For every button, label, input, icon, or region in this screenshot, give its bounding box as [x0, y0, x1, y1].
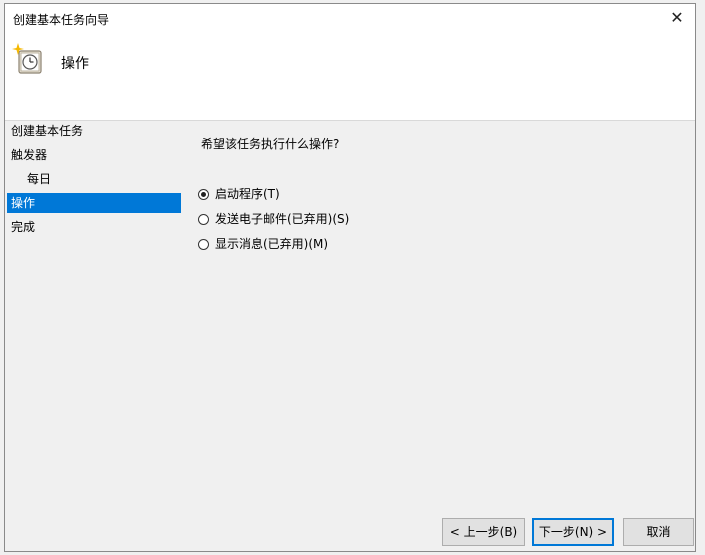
back-button[interactable]: < 上一步(B) — [442, 518, 525, 546]
nav-item-trigger[interactable]: 触发器 — [7, 145, 181, 165]
option-display-message-label: 显示消息(已弃用)(M) — [215, 237, 329, 251]
option-display-message[interactable]: 显示消息(已弃用)(M) — [198, 234, 328, 254]
option-start-program[interactable]: 启动程序(T) — [198, 184, 280, 204]
wizard-header: 操作 — [5, 32, 695, 121]
task-clock-icon — [12, 43, 42, 74]
option-start-program-label: 启动程序(T) — [215, 187, 280, 201]
title-bar: 创建基本任务向导 ✕ — [5, 4, 695, 32]
radio-send-email[interactable] — [198, 213, 209, 225]
option-send-email[interactable]: 发送电子邮件(已弃用)(S) — [198, 209, 349, 229]
cancel-button[interactable]: 取消 — [623, 518, 694, 546]
option-send-email-label: 发送电子邮件(已弃用)(S) — [215, 212, 350, 226]
page-title: 操作 — [61, 56, 89, 72]
close-button[interactable]: ✕ — [659, 4, 695, 32]
action-question: 希望该任务执行什么操作? — [201, 137, 340, 151]
wizard-nav: 创建基本任务 触发器 每日 操作 完成 — [5, 120, 185, 551]
nav-item-action[interactable]: 操作 — [7, 193, 181, 213]
wizard-window: 创建基本任务向导 ✕ 操作 创建基本任务 触发器 每日 操作 完成 希望该任务执… — [4, 3, 696, 552]
nav-item-create-basic-task[interactable]: 创建基本任务 — [7, 121, 181, 141]
radio-display-message[interactable] — [198, 238, 209, 250]
nav-item-finish[interactable]: 完成 — [7, 217, 181, 237]
nav-item-daily[interactable]: 每日 — [7, 169, 181, 189]
next-button[interactable]: 下一步(N) > — [532, 518, 614, 546]
window-title: 创建基本任务向导 — [13, 13, 110, 27]
wizard-content: 希望该任务执行什么操作? 启动程序(T) 发送电子邮件(已弃用)(S) 显示消息… — [185, 120, 695, 551]
radio-start-program[interactable] — [198, 188, 209, 200]
